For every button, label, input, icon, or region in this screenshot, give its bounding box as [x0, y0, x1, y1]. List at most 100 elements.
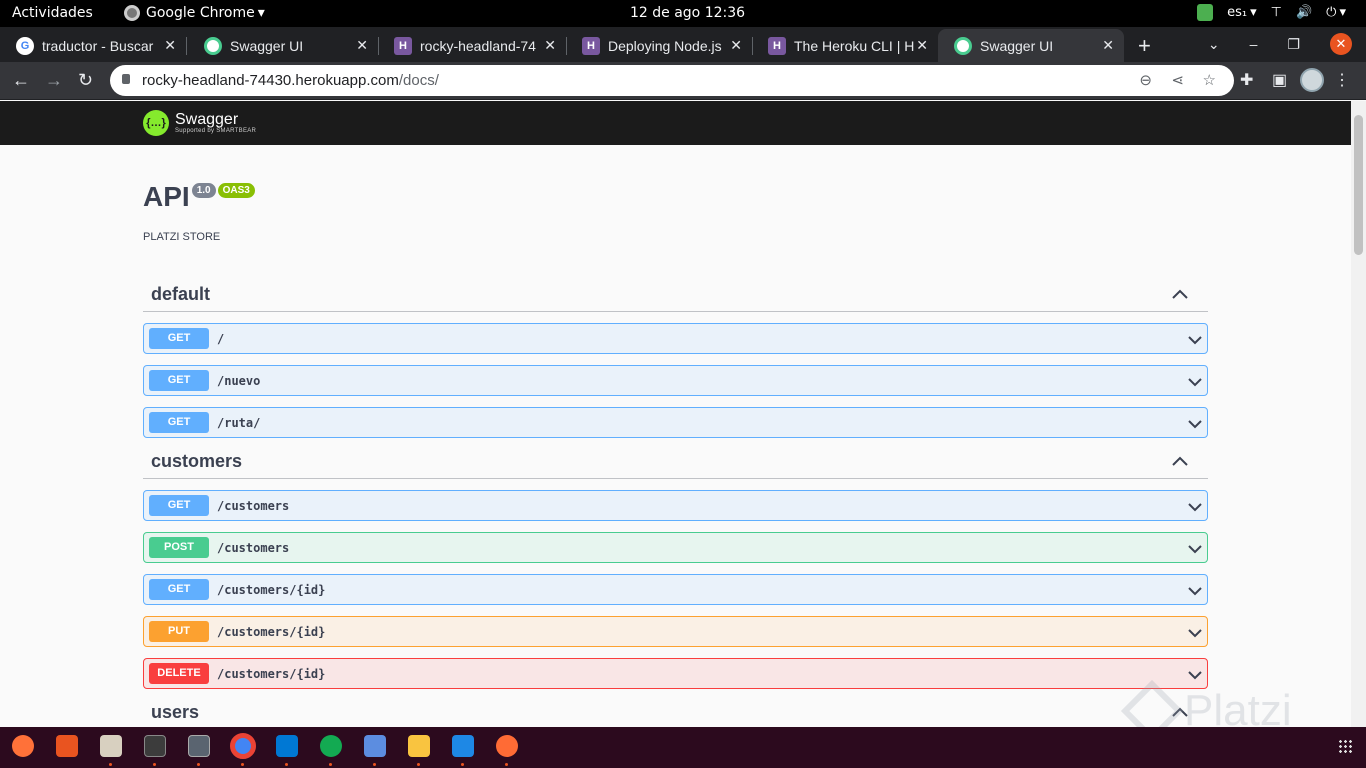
- lock-icon[interactable]: [122, 74, 130, 84]
- app-menu[interactable]: Google Chrome: [124, 5, 265, 21]
- chevron-down-icon[interactable]: [1187, 499, 1203, 515]
- swagger-logo-icon: {…}: [143, 110, 169, 136]
- chevron-down-icon[interactable]: [1187, 332, 1203, 348]
- operation-path: /customers/{id}: [217, 666, 326, 681]
- section-header[interactable]: default: [143, 278, 1208, 312]
- chevron-up-icon[interactable]: [1170, 452, 1190, 472]
- scrollbar-thumb[interactable]: [1354, 115, 1363, 255]
- chevron-down-icon[interactable]: [1187, 374, 1203, 390]
- activities-button[interactable]: Actividades: [12, 5, 93, 21]
- close-icon[interactable]: ✕: [730, 37, 742, 54]
- chrome-icon[interactable]: [230, 733, 256, 759]
- tab-title: Deploying Node.js: [608, 37, 722, 54]
- terminal-icon[interactable]: [144, 735, 166, 757]
- software-center-icon[interactable]: [56, 735, 78, 757]
- postman-icon[interactable]: [496, 735, 518, 757]
- text-editor-icon[interactable]: [364, 735, 386, 757]
- zoom-icon[interactable]: ⊖: [1139, 71, 1152, 89]
- operation-get-customer-by-id[interactable]: GET /customers/{id}: [143, 574, 1208, 605]
- close-icon[interactable]: ✕: [1102, 37, 1114, 54]
- running-indicator: [373, 763, 376, 766]
- tab-heroku-app[interactable]: H rocky-headland-74 ✕: [378, 29, 567, 62]
- swagger-brand-sub: Supported by SMARTBEAR: [175, 128, 257, 134]
- tab-deploying-node[interactable]: H Deploying Node.js ✕: [566, 29, 753, 62]
- section-header[interactable]: customers: [143, 445, 1208, 479]
- calculator-icon[interactable]: [408, 735, 430, 757]
- operation-path: /ruta/: [217, 415, 261, 430]
- tab-search-icon[interactable]: ⌄: [1208, 36, 1220, 53]
- forward-icon[interactable]: →: [45, 70, 63, 91]
- close-window-button[interactable]: ✕: [1330, 33, 1352, 55]
- menu-icon[interactable]: ⋮: [1334, 70, 1350, 90]
- network-icon: ⊤: [1270, 5, 1282, 20]
- address-bar[interactable]: rocky-headland-74430.herokuapp.com/docs/…: [110, 65, 1234, 96]
- method-badge: GET: [149, 328, 209, 349]
- operation-get-nuevo[interactable]: GET /nuevo: [143, 365, 1208, 396]
- keyboard-layout[interactable]: es₁: [1227, 5, 1257, 20]
- close-icon[interactable]: ✕: [544, 37, 556, 54]
- minimize-button[interactable]: –: [1250, 36, 1258, 52]
- swagger-logo[interactable]: {…} Swagger Supported by SMARTBEAR: [143, 110, 256, 136]
- firefox-icon[interactable]: [12, 735, 34, 757]
- clock[interactable]: 12 de ago 12:36: [630, 5, 745, 21]
- operation-post-customers[interactable]: POST /customers: [143, 532, 1208, 563]
- chevron-down-icon[interactable]: [1187, 625, 1203, 641]
- new-tab-button[interactable]: +: [1138, 33, 1151, 59]
- section-name: default: [151, 284, 211, 304]
- reload-icon[interactable]: ↻: [78, 70, 93, 91]
- window-icon[interactable]: [188, 735, 210, 757]
- api-title: API: [143, 181, 190, 212]
- back-icon[interactable]: ←: [12, 70, 30, 91]
- operation-get-ruta[interactable]: GET /ruta/: [143, 407, 1208, 438]
- tab-heroku-cli[interactable]: H The Heroku CLI | H ✕: [752, 29, 938, 62]
- running-indicator: [197, 763, 200, 766]
- profile-avatar[interactable]: [1300, 68, 1324, 92]
- api-info: API 1.0 OAS3 PLATZI STORE: [143, 181, 255, 243]
- swagger-icon: [954, 36, 972, 55]
- swagger-page: {…} Swagger Supported by SMARTBEAR API 1…: [0, 101, 1351, 727]
- mongodb-compass-icon[interactable]: [320, 735, 342, 757]
- side-panel-icon[interactable]: ▣: [1272, 70, 1287, 90]
- section-default: default GET / GET /nuevo GET /ruta/: [143, 278, 1208, 438]
- close-icon[interactable]: ✕: [164, 37, 176, 54]
- swagger-brand-text: Swagger Supported by SMARTBEAR: [175, 112, 257, 135]
- vscode-icon[interactable]: [276, 735, 298, 757]
- maximize-button[interactable]: ❐: [1287, 36, 1300, 53]
- extensions-icon[interactable]: ✚: [1240, 70, 1253, 90]
- tab-swagger[interactable]: Swagger UI ✕: [188, 29, 379, 62]
- chevron-down-icon[interactable]: [1187, 541, 1203, 557]
- close-icon[interactable]: ✕: [916, 37, 928, 54]
- chevron-up-icon[interactable]: [1170, 285, 1190, 305]
- page-scrollbar[interactable]: [1351, 101, 1366, 727]
- system-tray[interactable]: es₁ ⊤ 🔊 ⏻: [1197, 4, 1346, 21]
- tab-title: Swagger UI: [230, 37, 304, 54]
- close-icon[interactable]: ✕: [356, 37, 368, 54]
- volume-icon: 🔊: [1295, 5, 1313, 20]
- heroku-icon: H: [768, 36, 786, 55]
- skype-icon[interactable]: [452, 735, 474, 757]
- operation-get-customers[interactable]: GET /customers: [143, 490, 1208, 521]
- share-icon[interactable]: ⋖: [1171, 71, 1184, 89]
- version-badge: 1.0: [191, 183, 216, 198]
- bookmark-star-icon[interactable]: ☆: [1203, 71, 1216, 89]
- system-top-bar: Actividades Google Chrome 12 de ago 12:3…: [0, 0, 1366, 27]
- running-indicator: [241, 763, 244, 766]
- operation-delete-customer[interactable]: DELETE /customers/{id}: [143, 658, 1208, 689]
- tab-separator: [186, 37, 187, 55]
- operation-put-customer[interactable]: PUT /customers/{id}: [143, 616, 1208, 647]
- chevron-down-icon[interactable]: [1187, 583, 1203, 599]
- chevron-down-icon[interactable]: [1187, 667, 1203, 683]
- section-header[interactable]: users: [143, 696, 1208, 727]
- running-indicator: [461, 763, 464, 766]
- operation-get-root[interactable]: GET /: [143, 323, 1208, 354]
- shield-icon[interactable]: [1197, 4, 1214, 21]
- files-icon[interactable]: [100, 735, 122, 757]
- heroku-icon: H: [394, 36, 412, 55]
- show-apps-icon[interactable]: [1338, 739, 1352, 753]
- url-text[interactable]: rocky-headland-74430.herokuapp.com/docs/: [142, 72, 439, 89]
- chevron-down-icon[interactable]: [1187, 416, 1203, 432]
- method-badge: GET: [149, 579, 209, 600]
- tab-swagger-active[interactable]: Swagger UI ✕: [938, 29, 1124, 62]
- tab-strip: G traductor - Buscar ✕ Swagger UI ✕ H ro…: [0, 27, 1366, 62]
- tab-traductor[interactable]: G traductor - Buscar ✕: [0, 29, 187, 62]
